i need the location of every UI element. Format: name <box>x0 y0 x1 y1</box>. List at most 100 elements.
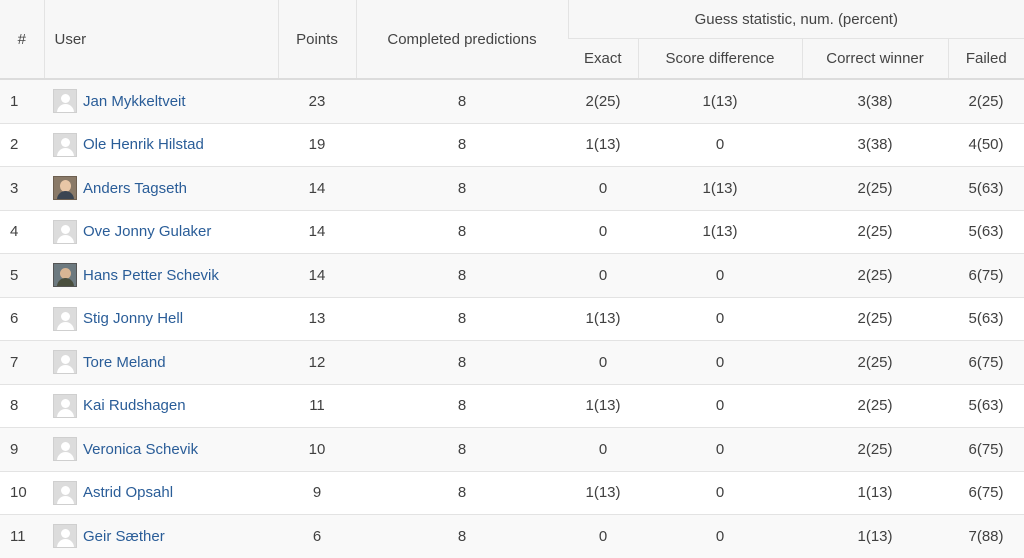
user-cell: Jan Mykkeltveit <box>44 79 278 123</box>
user-name-link[interactable]: Jan Mykkeltveit <box>83 93 186 110</box>
default-avatar-icon[interactable] <box>53 437 77 462</box>
rank-cell: 7 <box>0 340 44 384</box>
score-difference-cell: 1(13) <box>638 209 802 254</box>
failed-cell: 6(75) <box>948 253 1024 297</box>
correct-winner-cell: 2(25) <box>802 209 948 254</box>
default-avatar-icon[interactable] <box>53 350 77 375</box>
failed-cell: 4(50) <box>948 122 1024 167</box>
user-cell: Kai Rudshagen <box>44 383 278 428</box>
exact-cell: 1(13) <box>568 122 638 167</box>
completed-predictions-cell: 8 <box>356 383 568 428</box>
default-avatar-icon[interactable] <box>53 219 77 244</box>
points-cell: 10 <box>278 427 356 471</box>
exact-cell: 0 <box>568 209 638 254</box>
default-avatar-icon[interactable] <box>53 89 77 114</box>
user-name-link[interactable]: Hans Petter Schevik <box>83 267 219 284</box>
photo-avatar[interactable] <box>53 176 77 201</box>
rank-cell: 11 <box>0 514 44 558</box>
points-cell: 12 <box>278 340 356 384</box>
correct-winner-cell: 2(25) <box>802 166 948 210</box>
user-name-link[interactable]: Ole Henrik Hilstad <box>83 136 204 153</box>
completed-predictions-column-header[interactable]: Completed predictions <box>355 0 568 79</box>
user-cell: Ove Jonny Gulaker <box>44 209 278 254</box>
score-difference-cell: 1(13) <box>638 79 802 123</box>
default-avatar-icon[interactable] <box>53 393 77 418</box>
user-name-link[interactable]: Veronica Schevik <box>83 441 198 458</box>
points-cell: 9 <box>278 470 356 515</box>
points-cell: 13 <box>278 296 356 341</box>
user-name-link[interactable]: Stig Jonny Hell <box>83 310 183 327</box>
points-column-header[interactable]: Points <box>277 0 356 79</box>
user-name-link[interactable]: Kai Rudshagen <box>83 397 186 414</box>
failed-cell: 2(25) <box>948 79 1024 123</box>
completed-predictions-cell: 8 <box>356 122 568 167</box>
table-row: 9 Veronica Schevik 10 8 0 0 2(25) 6(75) <box>0 427 1024 471</box>
rank-cell: 9 <box>0 427 44 471</box>
completed-predictions-cell: 8 <box>356 296 568 341</box>
rank-column-header[interactable]: # <box>0 0 44 79</box>
rank-value: 7 <box>10 353 19 371</box>
correct-winner-cell: 2(25) <box>802 427 948 471</box>
completed-predictions-cell: 8 <box>356 253 568 297</box>
rank-cell: 10 <box>0 470 44 515</box>
user-cell: Anders Tagseth <box>44 166 278 210</box>
user-column-header[interactable]: User <box>43 0 278 79</box>
rank-value: 9 <box>10 440 19 458</box>
photo-avatar[interactable] <box>53 263 77 288</box>
default-avatar-icon[interactable] <box>53 132 77 157</box>
user-name-link[interactable]: Geir Sæther <box>83 528 165 545</box>
exact-column-header[interactable]: Exact <box>568 38 638 79</box>
default-avatar-icon[interactable] <box>53 306 77 331</box>
table-body: 1 Jan Mykkeltveit 2 3 8 2(25) 1(13) 3(38)… <box>0 79 1024 558</box>
leaderboard-table: # User Points Completed predictions Gues… <box>0 0 1024 558</box>
score-difference-cell: 0 <box>638 340 802 384</box>
failed-cell: 5(63) <box>948 383 1024 428</box>
user-cell: Tore Meland <box>44 340 278 384</box>
score-difference-cell: 0 <box>638 514 802 558</box>
default-avatar-icon[interactable] <box>53 524 77 549</box>
table-row: 4 Ove Jonny Gulaker 14 8 0 1(13) 2(25) 5… <box>0 209 1024 254</box>
score-difference-cell: 0 <box>638 383 802 428</box>
user-name-link[interactable]: Ove Jonny Gulaker <box>83 223 211 240</box>
points-cell: 14 <box>278 209 356 254</box>
failed-cell: 6(75) <box>948 340 1024 384</box>
correct-winner-cell: 2(25) <box>802 340 948 384</box>
completed-predictions-cell: 8 <box>356 209 568 254</box>
user-cell: Astrid Opsahl <box>44 470 278 515</box>
user-name-link[interactable]: Tore Meland <box>83 354 166 371</box>
failed-cell: 5(63) <box>948 166 1024 210</box>
score-difference-column-header[interactable]: Score difference <box>637 38 802 79</box>
user-cell: Hans Petter Schevik <box>44 253 278 297</box>
failed-column-header[interactable]: Failed <box>947 38 1024 79</box>
rank-cell: 3 <box>0 166 44 210</box>
score-difference-cell: 1(13) <box>638 166 802 210</box>
user-name-link[interactable]: Astrid Opsahl <box>83 484 173 501</box>
default-avatar-icon[interactable] <box>53 480 77 505</box>
score-difference-cell: 0 <box>638 296 802 341</box>
points-cell: 14 <box>278 166 356 210</box>
rank-value: 10 <box>10 484 27 502</box>
score-difference-cell: 0 <box>638 253 802 297</box>
rank-value: 8 <box>10 397 19 415</box>
rank-cell: 5 <box>0 253 44 297</box>
table-row: 2 Ole Henrik Hilstad 19 8 1(13) 0 3(38) … <box>0 122 1024 167</box>
user-cell: Veronica Schevik <box>44 427 278 471</box>
rank-cell: 2 <box>0 122 44 167</box>
exact-cell: 0 <box>568 427 638 471</box>
rank-value: 1 <box>10 92 19 110</box>
rank-value: 5 <box>10 266 19 284</box>
completed-predictions-cell: 8 <box>356 340 568 384</box>
rank-cell: 8 <box>0 383 44 428</box>
user-cell: Geir Sæther <box>44 514 278 558</box>
user-name-link[interactable]: Anders Tagseth <box>83 180 187 197</box>
correct-winner-cell: 2(25) <box>802 383 948 428</box>
exact-cell: 1(13) <box>568 383 638 428</box>
rank-value: 2 <box>10 136 19 154</box>
correct-winner-cell: 1(13) <box>802 470 948 515</box>
user-cell: Stig Jonny Hell <box>44 296 278 341</box>
completed-predictions-cell: 8 <box>356 427 568 471</box>
points-cell: 19 <box>278 122 356 167</box>
table-row: 3 Anders Tagseth 14 8 0 1(13) 2(25) 5(63… <box>0 166 1024 210</box>
correct-winner-column-header[interactable]: Correct winner <box>801 38 948 79</box>
correct-winner-cell: 3(38) <box>802 122 948 167</box>
